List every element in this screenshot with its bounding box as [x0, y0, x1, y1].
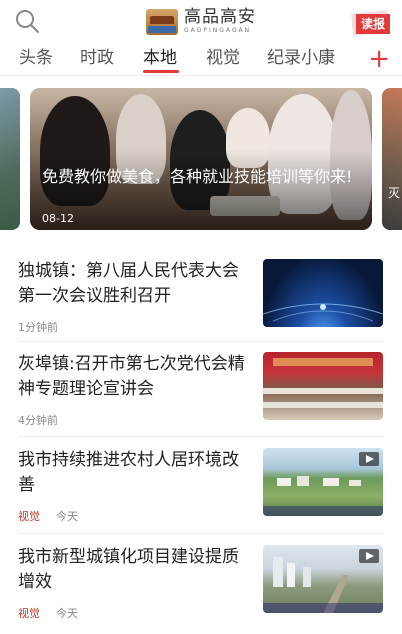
tab-headlines[interactable]: 头条 [19, 46, 53, 70]
news-thumbnail [263, 259, 383, 327]
news-title: 灰埠镇:召开市第七次党代会精神专题理论宣讲会 [18, 354, 245, 399]
newspaper-label: 读报 [356, 14, 390, 34]
banner-next-slide[interactable]: 灭 [382, 88, 402, 230]
featured-banner[interactable]: 免费教你做美食，各种就业技能培训等你来! 08-12 [30, 88, 372, 230]
tabs-fade [338, 44, 360, 74]
video-play-icon [359, 452, 379, 466]
news-meta: 4分钟前 [18, 412, 58, 428]
divider [18, 341, 384, 342]
news-thumbnail [263, 545, 383, 613]
news-time: 今天 [56, 607, 78, 620]
divider [18, 436, 384, 437]
app-header: 高品高安 GAOPINGAOAN 读报 [0, 0, 402, 42]
banner-prev-slide[interactable] [0, 88, 20, 230]
news-time: 今天 [56, 510, 78, 523]
news-title: 独城镇：第八届人民代表大会第一次会议胜利召开 [18, 261, 239, 306]
banner-next-label-icon: 灭 [388, 186, 401, 200]
news-time: 4分钟前 [18, 414, 58, 427]
active-tab-indicator [143, 70, 179, 73]
tab-documentary[interactable]: 纪录小康 [267, 46, 335, 70]
banner-title: 免费教你做美食，各种就业技能培训等你来! [42, 167, 353, 186]
news-item[interactable]: 独城镇：第八届人民代表大会第一次会议胜利召开 1分钟前 [18, 259, 384, 335]
logo-subtitle: GAOPINGAOAN [184, 27, 252, 34]
divider [18, 533, 384, 534]
news-meta: 视觉 今天 [18, 508, 78, 524]
news-item[interactable]: 我市新型城镇化项目建设提质增效 视觉 今天 [18, 545, 384, 621]
news-item[interactable]: 灰埠镇:召开市第七次党代会精神专题理论宣讲会 4分钟前 [18, 352, 384, 428]
news-item[interactable]: 我市持续推进农村人居环境改善 视觉 今天 [18, 448, 384, 524]
banner-shade [30, 150, 372, 230]
tab-visual[interactable]: 视觉 [206, 46, 240, 70]
logo-emblem-icon [146, 8, 178, 35]
news-title: 我市持续推进农村人居环境改善 [18, 450, 239, 495]
news-tag: 视觉 [18, 510, 40, 523]
banner-date: 08-12 [42, 212, 74, 225]
search-icon[interactable] [14, 8, 42, 36]
news-meta: 视觉 今天 [18, 605, 78, 621]
thumbnail-caption-bar [263, 506, 383, 516]
video-play-icon [359, 549, 379, 563]
tab-local[interactable]: 本地 [143, 46, 177, 70]
news-time: 1分钟前 [18, 321, 58, 334]
news-title: 我市新型城镇化项目建设提质增效 [18, 547, 239, 592]
add-channel-button[interactable]: + [368, 46, 390, 72]
news-meta: 1分钟前 [18, 319, 58, 335]
thumbnail-caption-bar [263, 603, 383, 613]
tab-politics[interactable]: 时政 [80, 46, 114, 70]
news-tag: 视觉 [18, 607, 40, 620]
newspaper-button[interactable]: 读报 [350, 10, 392, 36]
app-logo: 高品高安 GAOPINGAOAN [146, 8, 256, 35]
news-thumbnail [263, 352, 383, 420]
news-thumbnail [263, 448, 383, 516]
logo-title: 高品高安 [184, 7, 256, 27]
